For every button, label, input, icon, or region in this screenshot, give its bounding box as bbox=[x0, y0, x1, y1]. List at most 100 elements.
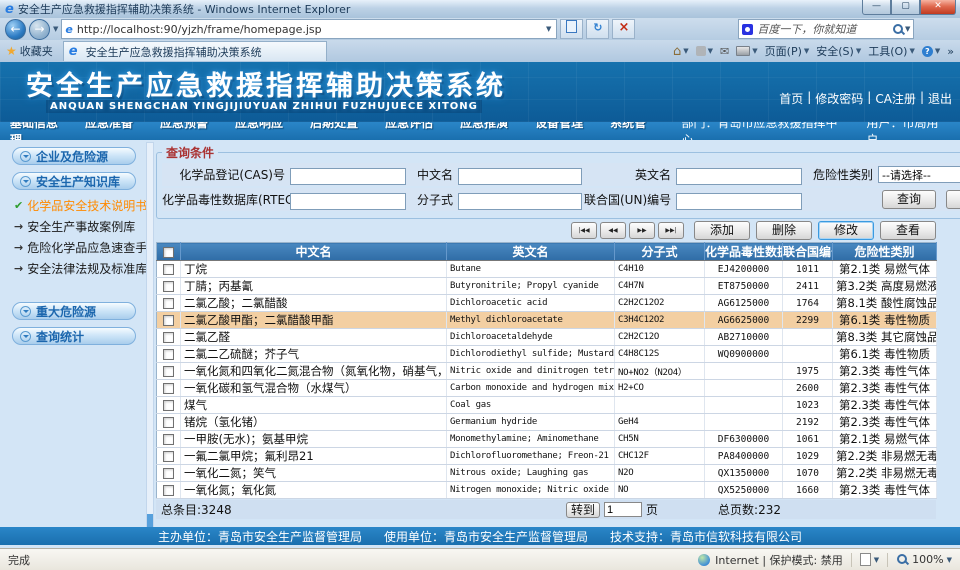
sidebar-group[interactable]: 查询统计 bbox=[12, 327, 136, 345]
row-checkbox[interactable] bbox=[163, 417, 174, 428]
table-row[interactable]: 一氧化二氮；笑气Nitrous oxide; Laughing gasN2OQX… bbox=[157, 465, 937, 482]
row-checkbox[interactable] bbox=[163, 281, 174, 292]
page-number-input[interactable] bbox=[604, 502, 642, 517]
query-legend: 查询条件 bbox=[162, 144, 218, 161]
table-row[interactable]: 煤气Coal gas1023第2.3类 毒性气体 bbox=[157, 397, 937, 414]
modify-button[interactable]: 修改 bbox=[818, 221, 874, 240]
row-checkbox[interactable] bbox=[163, 298, 174, 309]
table-row[interactable]: 二氯乙酸甲酯；二氯醋酸甲酯Methyl dichloroacetateC3H4C… bbox=[157, 312, 937, 329]
column-header[interactable]: 分子式 bbox=[615, 243, 705, 261]
chinese-name-input[interactable] bbox=[458, 168, 582, 185]
home-button[interactable]: ⌂▼ bbox=[673, 44, 689, 59]
back-button[interactable]: ← bbox=[5, 19, 26, 40]
feeds-button[interactable]: ▼ bbox=[696, 46, 713, 56]
row-checkbox[interactable] bbox=[163, 332, 174, 343]
cas-input[interactable] bbox=[290, 168, 406, 185]
table-row[interactable]: 锗烷（氢化锗）Germanium hydrideGeH42192第2.3类 毒性… bbox=[157, 414, 937, 431]
browser-tab[interactable]: e 安全生产应急救援指挥辅助决策系统 bbox=[63, 41, 327, 61]
goto-page-button[interactable]: 转到 bbox=[566, 502, 600, 518]
english-name-input[interactable] bbox=[676, 168, 802, 185]
table-row[interactable]: 一氧化氮；氧化氮Nitrogen monoxide; Nitric oxideN… bbox=[157, 482, 937, 499]
reset-button[interactable]: 重置 bbox=[946, 190, 960, 209]
zoom-icon[interactable] bbox=[896, 553, 909, 566]
next-page-button[interactable]: ▶▶ bbox=[629, 222, 655, 239]
more-commands-chevron[interactable]: » bbox=[947, 45, 954, 58]
formula-input[interactable] bbox=[458, 193, 582, 210]
page-menu[interactable]: 页面(P)▼ bbox=[765, 43, 810, 59]
header-link[interactable]: 首页 bbox=[779, 90, 803, 107]
column-header[interactable]: 联合国编号 bbox=[783, 243, 833, 261]
sidebar-scrollbar[interactable] bbox=[146, 142, 154, 529]
column-header[interactable]: 危险性类别 bbox=[833, 243, 937, 261]
table-row[interactable]: 一甲胺(无水)；氨基甲烷Monomethylamine; Aminomethan… bbox=[157, 431, 937, 448]
sidebar-item[interactable]: ✔化学品安全技术说明书 bbox=[0, 195, 148, 216]
sidebar-group[interactable]: 重大危险源 bbox=[12, 302, 136, 320]
forward-button[interactable]: → bbox=[29, 19, 50, 40]
row-checkbox[interactable] bbox=[163, 315, 174, 326]
table-row[interactable]: 一氧化碳和氢气混合物（水煤气）Carbon monoxide and hydro… bbox=[157, 380, 937, 397]
cell-chinese-name: 一氧化氮和四氧化二氮混合物（氮氧化物，硝基气，氧化氮气体） bbox=[181, 363, 447, 380]
table-row[interactable]: 二氯乙醛DichloroacetaldehydeC2H2C12OAB271000… bbox=[157, 329, 937, 346]
hazard-class-select[interactable]: --请选择-- ▼ bbox=[878, 166, 960, 183]
stop-button[interactable]: × bbox=[612, 19, 635, 39]
sidebar-group[interactable]: 安全生产知识库 bbox=[12, 172, 136, 190]
maximize-button[interactable]: ▢ bbox=[891, 0, 920, 15]
zone-dropdown-icon[interactable]: ▼ bbox=[874, 556, 879, 564]
url-dropdown-icon[interactable]: ▼ bbox=[544, 25, 553, 33]
recent-pages-dropdown-icon[interactable]: ▼ bbox=[53, 25, 58, 33]
prev-page-button[interactable]: ◀◀ bbox=[600, 222, 626, 239]
row-checkbox[interactable] bbox=[163, 400, 174, 411]
row-checkbox[interactable] bbox=[163, 383, 174, 394]
row-checkbox[interactable] bbox=[163, 468, 174, 479]
search-button[interactable]: 查询 bbox=[882, 190, 936, 209]
search-options-dropdown-icon[interactable]: ▼ bbox=[905, 25, 910, 33]
first-page-button[interactable]: |◀◀ bbox=[571, 222, 597, 239]
print-button[interactable]: ▼ bbox=[736, 46, 757, 56]
chevron-circle-icon bbox=[20, 306, 31, 317]
column-header[interactable]: 英文名 bbox=[447, 243, 615, 261]
delete-button[interactable]: 删除 bbox=[756, 221, 812, 240]
sidebar-item[interactable]: →安全生产事故案例库 bbox=[0, 216, 148, 237]
row-checkbox[interactable] bbox=[163, 485, 174, 496]
internet-zone-icon bbox=[698, 554, 710, 566]
header-link[interactable]: CA注册 bbox=[875, 90, 916, 107]
row-checkbox[interactable] bbox=[163, 264, 174, 275]
column-header[interactable]: 化学品毒性数据... bbox=[705, 243, 783, 261]
row-checkbox[interactable] bbox=[163, 451, 174, 462]
cell-chinese-name: 锗烷（氢化锗） bbox=[181, 414, 447, 431]
column-header[interactable]: 中文名 bbox=[181, 243, 447, 261]
last-page-button[interactable]: ▶▶| bbox=[658, 222, 684, 239]
select-all-checkbox[interactable] bbox=[163, 247, 174, 258]
un-number-input[interactable] bbox=[676, 193, 802, 210]
table-row[interactable]: 二氯乙酸；二氯醋酸Dichloroacetic acidC2H2C12O2AG6… bbox=[157, 295, 937, 312]
tools-menu[interactable]: 工具(O)▼ bbox=[868, 43, 915, 59]
url-field[interactable]: e http://localhost:90/yjzh/frame/homepag… bbox=[61, 19, 557, 39]
search-icon[interactable] bbox=[892, 23, 905, 36]
close-button[interactable]: ✕ bbox=[920, 0, 956, 15]
table-row[interactable]: 二氯二乙硫醚；芥子气Dichlorodiethyl sulfide; Musta… bbox=[157, 346, 937, 363]
refresh-button[interactable]: ↻ bbox=[586, 19, 609, 39]
help-menu[interactable]: ?▼ bbox=[922, 46, 940, 57]
header-link[interactable]: 退出 bbox=[928, 90, 952, 107]
sidebar-item[interactable]: →危险化学品应急速查手... bbox=[0, 237, 148, 258]
search-box[interactable]: 百度一下，你就知道 ▼ bbox=[738, 19, 914, 39]
minimize-button[interactable]: — bbox=[862, 0, 891, 15]
zoom-dropdown-icon[interactable]: ▼ bbox=[947, 556, 952, 564]
read-mail-button[interactable]: ✉ bbox=[720, 45, 729, 58]
table-row[interactable]: 一氧化氮和四氧化二氮混合物（氮氧化物，硝基气，氧化氮气体）Nitric oxid… bbox=[157, 363, 937, 380]
table-row[interactable]: 一氟二氯甲烷；氟利昂21Dichlorofluoromethane; Freon… bbox=[157, 448, 937, 465]
table-row[interactable]: 丁腈；丙基氰Butyronitrile; Propyl cyanideC4H7N… bbox=[157, 278, 937, 295]
add-button[interactable]: 添加 bbox=[694, 221, 750, 240]
header-link[interactable]: 修改密码 bbox=[815, 90, 863, 107]
view-button[interactable]: 查看 bbox=[880, 221, 936, 240]
table-row[interactable]: 丁烷ButaneC4H10EJ42000001011第2.1类 易燃气体 bbox=[157, 261, 937, 278]
row-checkbox[interactable] bbox=[163, 434, 174, 445]
favorites-button[interactable]: 收藏夹 bbox=[20, 43, 53, 59]
rtecs-input[interactable] bbox=[290, 193, 406, 210]
row-checkbox[interactable] bbox=[163, 349, 174, 360]
compatibility-view-button[interactable] bbox=[560, 19, 583, 39]
safety-menu[interactable]: 安全(S)▼ bbox=[816, 43, 861, 59]
sidebar-item[interactable]: →安全法律法规及标准库 bbox=[0, 258, 148, 279]
row-checkbox[interactable] bbox=[163, 366, 174, 377]
sidebar-group[interactable]: 企业及危险源 bbox=[12, 147, 136, 165]
